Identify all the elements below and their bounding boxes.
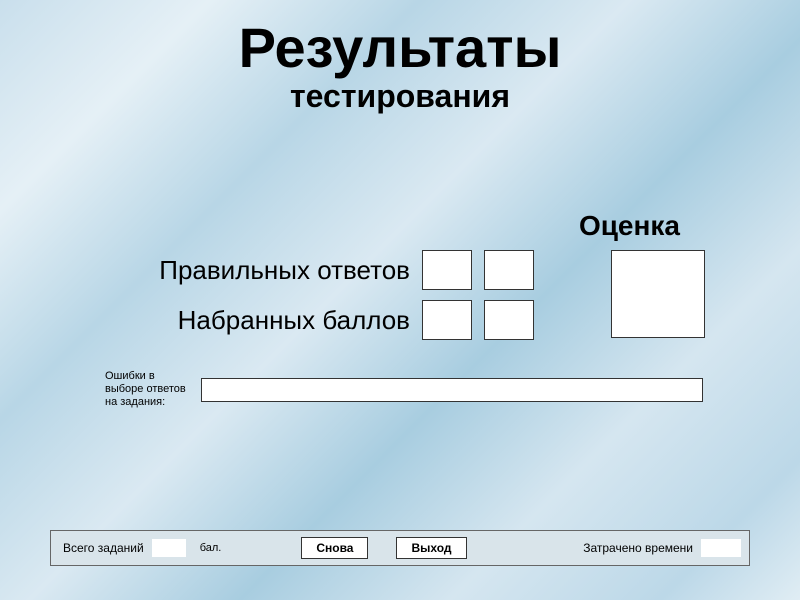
- points-value-1: [422, 300, 472, 340]
- title-main: Результаты: [0, 20, 800, 76]
- exit-button[interactable]: Выход: [396, 537, 466, 559]
- correct-value-1: [422, 250, 472, 290]
- grade-value: [611, 250, 705, 338]
- footer-bar: Всего заданий бал. Снова Выход Затрачено…: [50, 530, 750, 566]
- errors-value: [201, 378, 703, 402]
- errors-row: Ошибки в выборе ответов на задания:: [105, 370, 703, 410]
- time-label: Затрачено времени: [583, 541, 693, 555]
- points-value-2: [484, 300, 534, 340]
- again-button[interactable]: Снова: [301, 537, 368, 559]
- correct-label: Правильных ответов: [90, 255, 422, 286]
- title-sub: тестирования: [0, 78, 800, 115]
- total-tasks-label: Всего заданий: [63, 541, 144, 555]
- title-block: Результаты тестирования: [0, 0, 800, 115]
- total-tasks-value: [152, 539, 186, 557]
- grade-label: Оценка: [579, 210, 680, 242]
- time-value: [701, 539, 741, 557]
- bal-label: бал.: [200, 542, 222, 554]
- correct-value-2: [484, 250, 534, 290]
- errors-label: Ошибки в выборе ответов на задания:: [105, 370, 195, 410]
- points-label: Набранных баллов: [90, 305, 422, 336]
